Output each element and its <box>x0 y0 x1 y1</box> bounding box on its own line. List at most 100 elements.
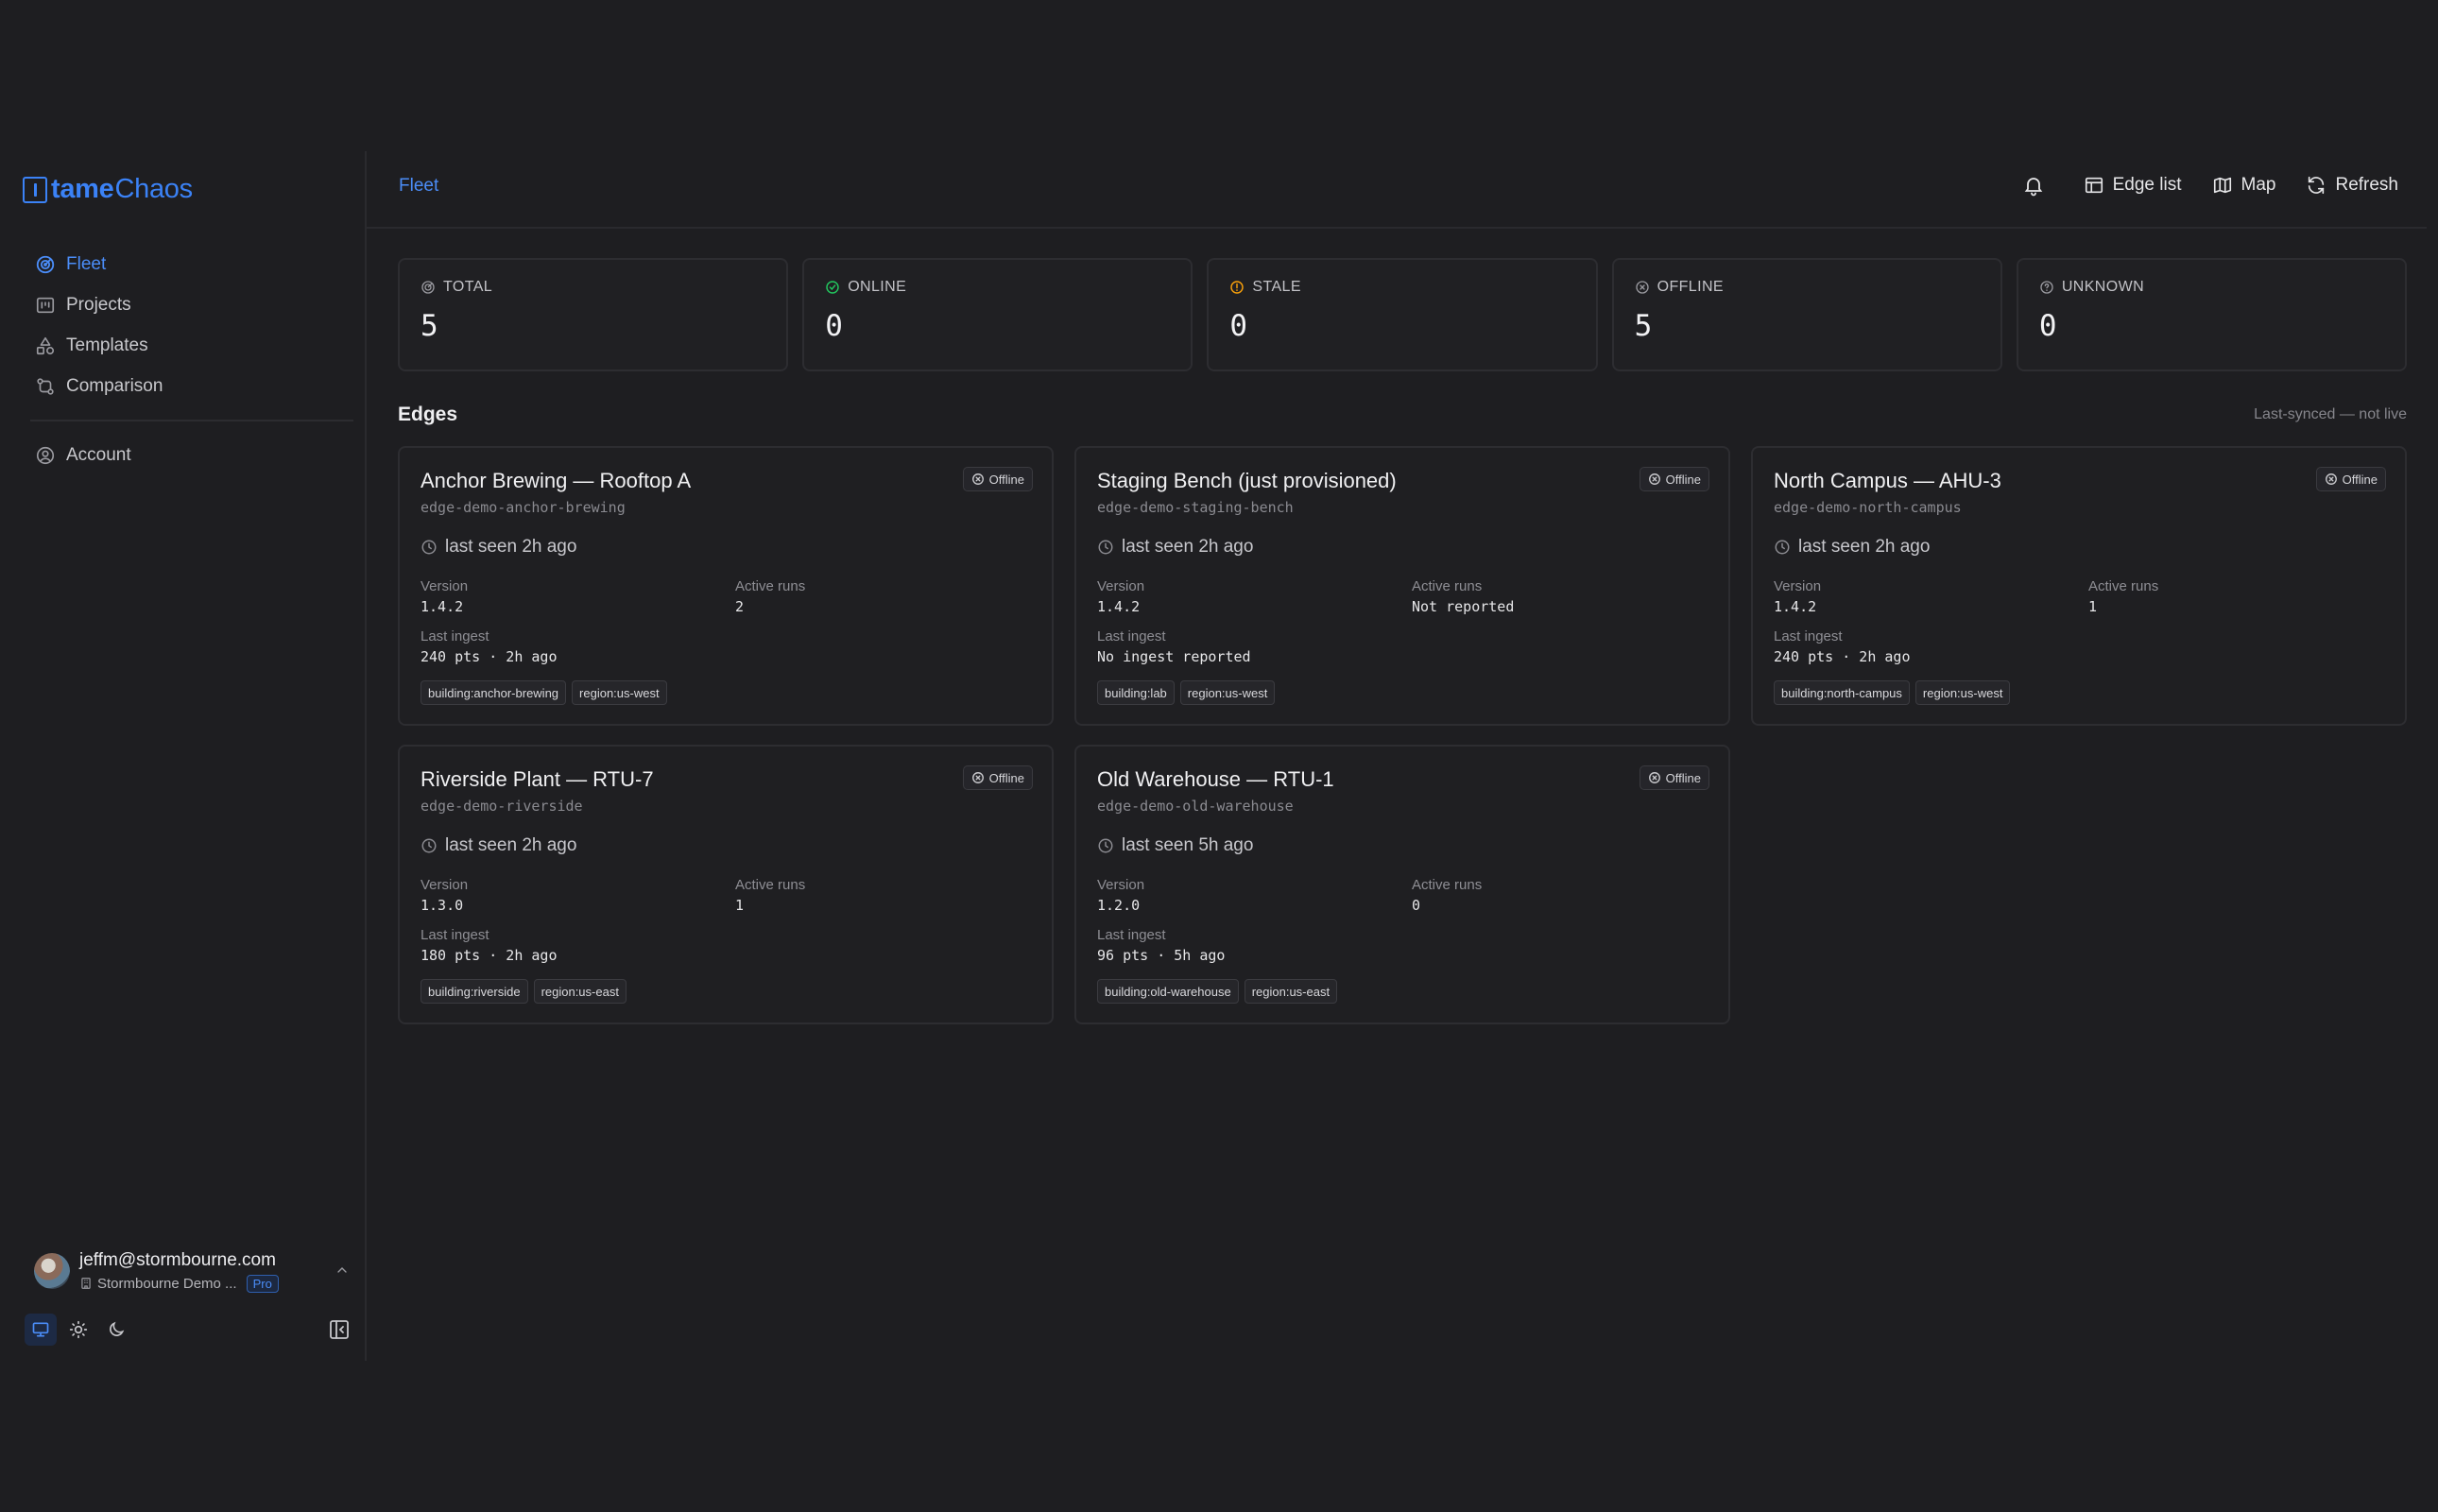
clock-icon <box>1098 540 1113 555</box>
shapes-icon <box>34 335 57 357</box>
tag[interactable]: region:us-east <box>1244 979 1338 1004</box>
monitor-icon <box>32 1322 49 1337</box>
edge-card[interactable]: Anchor Brewing — Rooftop A edge-demo-anc… <box>398 446 1054 726</box>
field-label: Last ingest <box>1097 927 1166 943</box>
clock-icon <box>421 540 437 555</box>
stat-label: STALE <box>1252 279 1301 295</box>
field-label: Active runs <box>735 877 806 893</box>
sidebar-item-fleet[interactable]: Fleet <box>34 244 355 284</box>
stat-label: TOTAL <box>443 279 493 295</box>
table-icon <box>2085 177 2103 194</box>
refresh-label: Refresh <box>2335 175 2398 195</box>
clock-icon <box>421 838 437 853</box>
field-label: Active runs <box>1412 578 1483 594</box>
sidebar-item-projects[interactable]: Projects <box>34 284 355 325</box>
edge-card[interactable]: Riverside Plant — RTU-7 edge-demo-rivers… <box>398 745 1054 1024</box>
git-compare-icon <box>34 375 57 398</box>
brand-logo[interactable]: tame Chaos <box>23 174 193 205</box>
edge-id: edge-demo-north-campus <box>1774 499 1962 516</box>
sync-note: Last-synced — not live <box>2254 406 2407 422</box>
edge-list-label: Edge list <box>2112 175 2182 195</box>
stat-unknown: UNKNOWN 0 <box>2016 258 2408 371</box>
radar-icon <box>421 281 435 294</box>
status-badge: Offline <box>962 765 1033 790</box>
last-seen: last seen 2h ago <box>1774 537 2384 558</box>
status-badge: Offline <box>1639 765 1709 790</box>
stat-value: 0 <box>825 309 843 343</box>
field-label: Version <box>1774 578 1822 594</box>
edge-last-ingest: 180 pts · 2h ago <box>421 947 558 964</box>
theme-switcher <box>25 1314 355 1346</box>
refresh-button[interactable]: Refresh <box>2306 175 2398 196</box>
edge-id: edge-demo-old-warehouse <box>1097 798 1294 815</box>
sidebar-item-account[interactable]: Account <box>34 435 355 475</box>
edge-version: 1.4.2 <box>1774 598 1817 615</box>
edge-name: Riverside Plant — RTU-7 <box>421 767 654 791</box>
breadcrumb[interactable]: Fleet <box>399 176 438 197</box>
theme-light-button[interactable] <box>62 1314 94 1346</box>
sidebar-item-templates[interactable]: Templates <box>34 325 355 366</box>
tag[interactable]: region:us-west <box>1179 680 1276 705</box>
stat-online: ONLINE 0 <box>802 258 1193 371</box>
tag[interactable]: building:lab <box>1097 680 1175 705</box>
field-label: Active runs <box>2088 578 2159 594</box>
user-circle-icon <box>34 444 57 467</box>
status-badge: Offline <box>1639 467 1709 491</box>
edge-card[interactable]: Old Warehouse — RTU-1 edge-demo-old-ware… <box>1074 745 1730 1024</box>
stat-total: TOTAL 5 <box>398 258 789 371</box>
edge-list-button[interactable]: Edge list <box>2084 175 2182 196</box>
edge-fields: Version 1.4.2 Active runs Not reported <box>1097 578 1708 615</box>
notifications-button[interactable] <box>2022 174 2053 197</box>
collapse-sidebar-button[interactable] <box>323 1314 355 1346</box>
last-seen: last seen 2h ago <box>1097 537 1708 558</box>
user-menu[interactable]: jeffm@stormbourne.com Stormbourne Demo .… <box>34 1246 355 1297</box>
sidebar-item-comparison[interactable]: Comparison <box>34 366 355 406</box>
sidebar-nav: Fleet Projects Templates Comparison Acco… <box>30 244 355 475</box>
tag[interactable]: building:north-campus <box>1774 680 1910 705</box>
field-label: Last ingest <box>1097 628 1166 644</box>
stat-stale: STALE 0 <box>1207 258 1598 371</box>
tag[interactable]: region:us-west <box>1914 680 2011 705</box>
stat-value: 5 <box>1634 309 1653 343</box>
edge-fields: Version 1.4.2 Active runs 2 <box>421 578 1031 615</box>
field-label: Active runs <box>735 578 806 594</box>
edge-name: North Campus — AHU-3 <box>1774 469 2001 492</box>
edge-fields: Version 1.3.0 Active runs 1 <box>421 877 1031 914</box>
tag[interactable]: building:old-warehouse <box>1097 979 1239 1004</box>
page-header: Fleet Edge list Map Refresh <box>367 151 2427 229</box>
projects-icon <box>34 294 57 317</box>
sidebar-item-label: Projects <box>66 294 131 315</box>
edge-card[interactable]: North Campus — AHU-3 edge-demo-north-cam… <box>1751 446 2407 726</box>
sidebar-item-label: Account <box>66 444 131 465</box>
map-button[interactable]: Map <box>2212 175 2275 196</box>
user-org: Stormbourne Demo ... Pro <box>79 1274 279 1293</box>
clock-icon <box>1098 838 1113 853</box>
edge-card[interactable]: Staging Bench (just provisioned) edge-de… <box>1074 446 1730 726</box>
tag[interactable]: region:us-east <box>533 979 627 1004</box>
field-label: Version <box>1097 578 1145 594</box>
tag[interactable]: region:us-west <box>572 680 667 705</box>
edge-active-runs: 1 <box>2088 598 2098 615</box>
sidebar: tame Chaos Fleet Projects Templates Compa… <box>9 151 367 1361</box>
edge-name: Old Warehouse — RTU-1 <box>1097 767 1334 791</box>
refresh-icon <box>2309 176 2325 195</box>
last-seen: last seen 2h ago <box>421 537 1031 558</box>
avatar <box>34 1253 70 1289</box>
tag[interactable]: building:riverside <box>421 979 528 1004</box>
tag[interactable]: building:anchor-brewing <box>421 680 567 705</box>
tag-list: building:old-warehouse region:us-east <box>1097 979 1708 1004</box>
theme-system-button[interactable] <box>25 1314 57 1346</box>
edge-id: edge-demo-riverside <box>421 798 583 815</box>
user-email: jeffm@stormbourne.com <box>79 1249 276 1270</box>
panel-left-close-icon <box>330 1320 349 1339</box>
header-actions: Edge list Map Refresh <box>1992 174 2398 197</box>
edge-grid: Anchor Brewing — Rooftop A edge-demo-anc… <box>398 446 2407 1024</box>
theme-dark-button[interactable] <box>100 1314 132 1346</box>
section-title: Edges <box>398 404 458 425</box>
status-badge: Offline <box>2315 467 2386 491</box>
tag-list: building:riverside region:us-east <box>421 979 1031 1004</box>
x-circle-icon <box>971 772 984 783</box>
edge-active-runs: 1 <box>735 897 745 914</box>
chevron-up-icon[interactable] <box>335 1263 350 1282</box>
x-circle-icon <box>1635 281 1649 294</box>
